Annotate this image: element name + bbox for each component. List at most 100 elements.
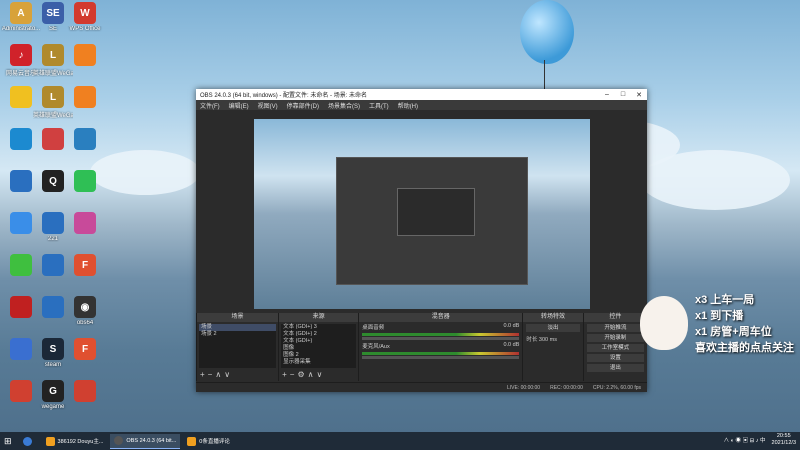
start-recording-button[interactable]: 开始录制 — [586, 334, 644, 342]
obs-window[interactable]: OBS 24.0.3 (64 bit, windows) - 配置文件: 未命名… — [196, 89, 647, 392]
maximize-icon[interactable]: □ — [615, 91, 631, 98]
source-item[interactable]: 图像 — [281, 345, 356, 352]
sources-toolbar[interactable]: +−⚙∧∨ — [282, 370, 325, 379]
menu-help[interactable]: 帮助(H) — [398, 101, 418, 110]
chat-icon — [187, 436, 197, 446]
desktop-icon[interactable] — [66, 86, 104, 110]
source-item[interactable]: 文本 (GDI+) 3 — [281, 324, 356, 331]
obs-preview-canvas[interactable] — [254, 119, 590, 309]
source-item[interactable]: 文本 (GDI+) — [281, 338, 356, 345]
minimize-icon[interactable]: – — [599, 91, 615, 98]
duration-label: 时长 — [526, 337, 538, 343]
volume-meter — [362, 352, 520, 355]
transition-select[interactable]: 淡出 — [526, 324, 580, 332]
taskbar-app[interactable]: 0条直播评论 — [183, 434, 234, 448]
close-icon[interactable]: ✕ — [631, 91, 647, 99]
app-icon: SE — [42, 2, 64, 24]
source-item[interactable]: 图像 2 — [281, 352, 356, 359]
mixer-dock: 混音器 桌面音频 0.0 dB 麦克风/Aux 0.0 dB — [358, 313, 523, 381]
nested-obs-preview — [336, 157, 528, 285]
desktop-icon[interactable] — [66, 212, 104, 236]
transition-duration: 时长 300 ms — [523, 334, 582, 344]
desktop-icon-label: obs64 — [76, 320, 94, 326]
track-name: 麦克风/Aux — [362, 344, 390, 350]
live-time: LIVE: 00:00:00 — [507, 384, 541, 391]
desktop-icon[interactable] — [66, 128, 104, 152]
nested-obs-preview-inner — [397, 188, 475, 236]
app-icon: Q — [42, 170, 64, 192]
mixer-track-mic: 麦克风/Aux 0.0 dB — [359, 341, 522, 351]
scene-item[interactable]: 场景 2 — [199, 331, 276, 338]
menu-tools[interactable]: 工具(T) — [369, 101, 389, 110]
scenes-toolbar[interactable]: +−∧∨ — [200, 370, 233, 379]
tray-icons[interactable]: ∧ ◐ ◉ ▣ ⊟ ♪ 中 — [724, 436, 766, 444]
studio-mode-button[interactable]: 工作室模式 — [586, 344, 644, 352]
desktop-icon[interactable] — [66, 44, 104, 68]
scenes-list[interactable]: 场景 场景 2 — [199, 324, 277, 368]
app-icon — [10, 380, 32, 402]
app-icon — [10, 170, 32, 192]
desktop-icon-label: 221 — [47, 236, 58, 242]
app-icon — [74, 128, 96, 150]
obs-title-bar[interactable]: OBS 24.0.3 (64 bit, windows) - 配置文件: 未命名… — [196, 89, 647, 100]
controls-dock: 控件 开始推流 开始录制 工作室模式 设置 退出 — [582, 313, 647, 381]
app-icon — [10, 296, 32, 318]
browser-icon[interactable] — [19, 434, 39, 448]
menu-file[interactable]: 文件(F) — [200, 101, 220, 110]
desktop-icon-label: 英雄联盟WeGame版 — [33, 71, 73, 77]
source-item[interactable]: 显示器采集 — [281, 359, 356, 366]
start-button[interactable]: ⊞ — [0, 434, 16, 448]
desktop-icon[interactable]: W WPS Office — [66, 2, 104, 32]
menu-scene-collection[interactable]: 场景集合(S) — [328, 101, 360, 110]
volume-slider[interactable] — [362, 356, 520, 359]
desktop-icon[interactable]: F — [66, 254, 104, 278]
sources-list[interactable]: 文本 (GDI+) 3 文本 (GDI+) 2 文本 (GDI+) 图像 图像 … — [281, 324, 357, 368]
overlay-line: 喜欢主播的点点关注 — [695, 342, 794, 354]
app-icon — [10, 338, 32, 360]
app-icon — [42, 212, 64, 234]
stream-overlay-text: x3 上车一局 x1 到下播 x1 房管+周车位 喜欢主播的点点关注 — [695, 292, 794, 356]
exit-button[interactable]: 退出 — [586, 364, 644, 372]
system-tray: ∧ ◐ ◉ ▣ ⊟ ♪ 中 20:55 2021/12/3 — [724, 433, 796, 447]
overlay-line: x1 房管+周车位 — [695, 326, 772, 338]
track-db: 0.0 dB — [503, 342, 520, 348]
sources-dock: 来源 文本 (GDI+) 3 文本 (GDI+) 2 文本 (GDI+) 图像 … — [278, 313, 359, 381]
wallpaper-cloud — [640, 150, 790, 210]
clock[interactable]: 20:55 2021/12/3 — [772, 433, 796, 447]
menu-edit[interactable]: 编辑(E) — [229, 101, 249, 110]
desktop-icon[interactable] — [66, 380, 104, 404]
desktop-icon-label: WPS Office — [69, 26, 101, 32]
overlay-line: x1 到下播 — [695, 310, 744, 322]
app-icon: S — [42, 338, 64, 360]
desktop-icon[interactable] — [66, 170, 104, 194]
scene-item[interactable]: 场景 — [199, 324, 277, 331]
desktop-icon[interactable]: ◉ obs64 — [66, 296, 104, 326]
settings-button[interactable]: 设置 — [586, 354, 644, 362]
app-icon: ♪ — [10, 44, 32, 66]
taskbar-app[interactable]: OBS 24.0.3 (64 bit... — [110, 433, 181, 449]
app-icon: L — [42, 44, 64, 66]
track-db: 0.0 dB — [503, 323, 520, 329]
app-icon — [74, 212, 96, 234]
mixer-dock-title: 混音器 — [359, 313, 523, 322]
desktop-icon[interactable]: F — [66, 338, 104, 362]
app-icon — [74, 170, 96, 192]
menu-docks[interactable]: 停靠部件(D) — [287, 101, 319, 110]
app-icon — [42, 296, 64, 318]
start-streaming-button[interactable]: 开始推流 — [586, 324, 644, 332]
app-icon: G — [42, 380, 64, 402]
app-icon: A — [10, 2, 32, 24]
volume-slider[interactable] — [362, 337, 520, 340]
menu-view[interactable]: 视图(V) — [258, 101, 278, 110]
volume-meter — [362, 333, 520, 336]
source-item[interactable]: 文本 (GDI+) 2 — [281, 331, 356, 338]
app-icon: W — [74, 2, 96, 24]
obs-status-bar: LIVE: 00:00:00 REC: 00:00:00 CPU: 2.2%, … — [196, 382, 647, 392]
transitions-dock-title: 转场特效 — [523, 313, 583, 322]
overlay-line: x3 上车一局 — [695, 294, 755, 306]
desktop-icon-label: 英雄联盟WeGame版 — [33, 113, 73, 119]
taskbar-app[interactable]: 386192 Douyu主... — [42, 434, 108, 448]
duration-input[interactable]: 300 ms — [539, 337, 557, 343]
obs-icon — [114, 436, 124, 445]
mixer-track-desktop: 桌面音频 0.0 dB — [359, 322, 522, 332]
